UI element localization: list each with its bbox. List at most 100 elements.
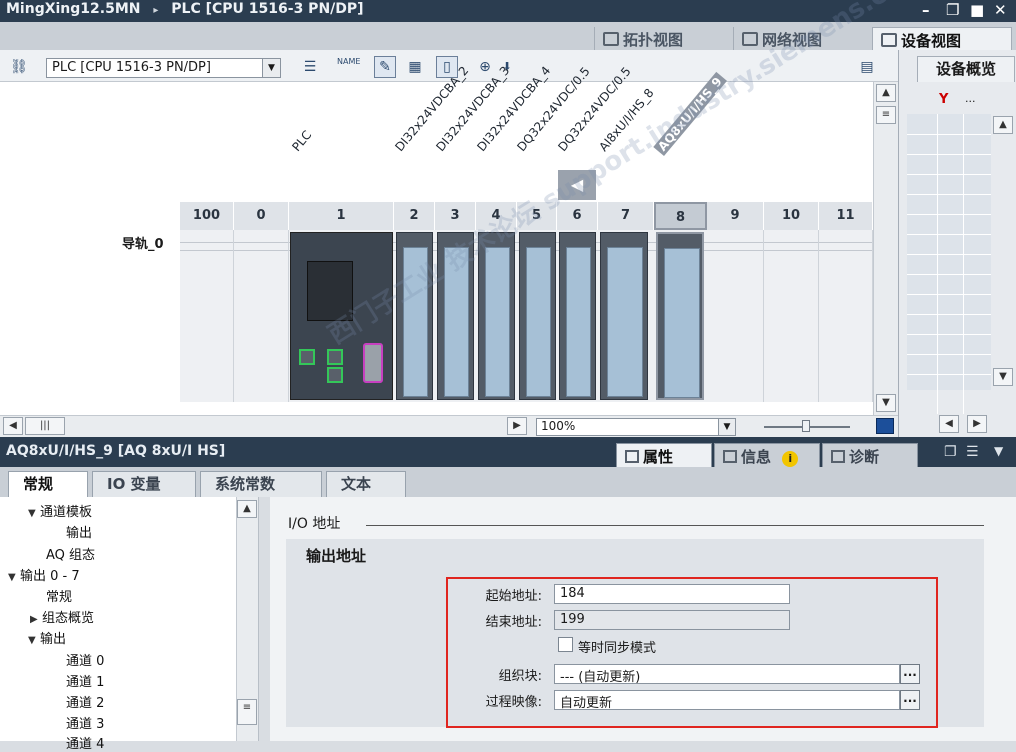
tree-item[interactable]: ▼ 输出 0 - 7 bbox=[8, 565, 80, 584]
tree-item[interactable]: AQ 组态 bbox=[46, 544, 95, 563]
zoom-select[interactable]: 100% ▼ bbox=[536, 418, 736, 436]
zoom-slider-handle[interactable] bbox=[802, 420, 810, 432]
expand-arrow-icon[interactable]: ▼ bbox=[28, 635, 40, 646]
close-button[interactable]: ✕ bbox=[994, 1, 1007, 19]
slot-100[interactable] bbox=[180, 230, 234, 402]
tab-io-tags[interactable]: IO 变量 bbox=[92, 471, 196, 497]
overview-grid[interactable] bbox=[907, 114, 991, 414]
scroll-right-icon[interactable]: ▶ bbox=[507, 417, 527, 435]
window-title-bar: MingXing12.5MN ▸ PLC [CPU 1516-3 PN/DP] … bbox=[0, 0, 1016, 22]
tab-system-constants[interactable]: 系统常数 bbox=[200, 471, 322, 497]
expand-arrow-icon[interactable]: ▶ bbox=[30, 614, 42, 625]
more-columns-icon[interactable]: ... bbox=[965, 92, 976, 105]
expand-arrow-icon[interactable]: ▼ bbox=[28, 508, 40, 519]
device-network-icon[interactable]: ⛓ bbox=[8, 56, 30, 78]
module-list-icon[interactable]: ☰ bbox=[299, 56, 321, 78]
io-module-slot-7[interactable] bbox=[600, 232, 648, 400]
tab-device-overview[interactable]: 设备概览 bbox=[917, 56, 1015, 82]
maximize-button[interactable]: ■ bbox=[970, 1, 984, 19]
io-module-slot-4[interactable] bbox=[478, 232, 515, 400]
ethernet-port-icon bbox=[327, 367, 343, 383]
scroll-down-icon[interactable]: ▼ bbox=[993, 368, 1013, 386]
restore-button[interactable]: ❐ bbox=[946, 1, 959, 19]
organization-block-browse-button[interactable]: ... bbox=[900, 664, 920, 684]
grid-line bbox=[907, 254, 991, 255]
minimize-button[interactable]: – bbox=[922, 1, 930, 19]
scroll-left-arrow-icon[interactable]: ◀ bbox=[558, 170, 596, 200]
process-image-browse-button[interactable]: ... bbox=[900, 690, 920, 710]
scroll-left-icon[interactable]: ◀ bbox=[3, 417, 23, 435]
horizontal-scroll-thumb[interactable]: ||| bbox=[25, 417, 65, 435]
canvas-vertical-scrollbar[interactable]: ▲ ≡ ▼ bbox=[873, 82, 898, 415]
panel-restore-icon[interactable]: ❐ bbox=[944, 444, 957, 460]
overview-icon[interactable] bbox=[876, 418, 894, 434]
io-module-slot-2[interactable] bbox=[396, 232, 433, 400]
tab-device-view[interactable]: 设备视图 bbox=[872, 27, 1012, 50]
scroll-thumb[interactable]: ≡ bbox=[237, 699, 257, 725]
terminal-strip bbox=[403, 247, 428, 397]
tree-item[interactable]: 通道 3 bbox=[66, 713, 104, 732]
scroll-up-icon[interactable]: ▲ bbox=[993, 116, 1013, 134]
tab-diagnostics[interactable]: 诊断 bbox=[822, 443, 918, 467]
chevron-down-icon[interactable]: ▼ bbox=[718, 419, 735, 435]
tab-properties[interactable]: 属性 bbox=[616, 443, 712, 467]
slot-11[interactable] bbox=[819, 230, 873, 402]
scroll-up-icon[interactable]: ▲ bbox=[876, 84, 896, 102]
process-image-field[interactable]: 自动更新 bbox=[554, 690, 900, 711]
io-module-slot-3[interactable] bbox=[437, 232, 474, 400]
device-overview-panel: 设备概览 Y ... ▲ ▼ ◀ ▶ bbox=[898, 50, 1016, 437]
snap-icon[interactable]: ✎ bbox=[374, 56, 396, 78]
tree-item[interactable]: ▼ 输出 bbox=[28, 628, 66, 647]
tab-general[interactable]: 常规 bbox=[8, 471, 88, 497]
tree-item[interactable]: 通道 1 bbox=[66, 671, 104, 690]
tree-item[interactable]: 输出 bbox=[66, 522, 92, 541]
tree-item[interactable]: 通道 4 bbox=[66, 733, 104, 752]
tree-item[interactable]: 常规 bbox=[46, 586, 72, 605]
grid-line bbox=[907, 134, 991, 135]
slot-10[interactable] bbox=[764, 230, 819, 402]
scroll-down-icon[interactable]: ▼ bbox=[876, 394, 896, 412]
io-module-slot-8[interactable] bbox=[656, 232, 704, 400]
tab-label: 拓扑视图 bbox=[623, 31, 684, 49]
tree-item[interactable]: 通道 0 bbox=[66, 650, 104, 669]
device-select[interactable]: PLC [CPU 1516-3 PN/DP] ▼ bbox=[46, 58, 281, 78]
tab-info[interactable]: 信息 i bbox=[714, 443, 820, 467]
grid-icon[interactable]: ▦ bbox=[404, 56, 426, 78]
slot-number: 2 bbox=[394, 202, 435, 230]
tab-texts[interactable]: 文本 bbox=[326, 471, 406, 497]
tab-topology-view[interactable]: 拓扑视图 bbox=[594, 27, 692, 50]
panel-menu-icon[interactable]: ☰ bbox=[966, 444, 979, 460]
organization-block-field[interactable]: --- (自动更新) bbox=[554, 664, 900, 685]
device-icon bbox=[881, 33, 897, 47]
slot-0[interactable] bbox=[234, 230, 289, 402]
scroll-up-icon[interactable]: ▲ bbox=[237, 500, 257, 518]
name-icon-text: NAME bbox=[337, 57, 361, 66]
overview-toggle-icon[interactable]: ▤ bbox=[856, 56, 878, 78]
cpu-display bbox=[307, 261, 353, 321]
chevron-down-icon[interactable]: ▼ bbox=[994, 444, 1003, 458]
slot-9[interactable] bbox=[707, 230, 764, 402]
tree-scrollbar[interactable]: ▲ ≡ bbox=[236, 497, 258, 741]
expand-arrow-icon[interactable]: ▼ bbox=[8, 572, 20, 583]
chevron-down-icon[interactable]: ▼ bbox=[262, 59, 280, 77]
panel-splitter[interactable] bbox=[258, 497, 270, 741]
grid-line bbox=[907, 174, 991, 175]
tree-item[interactable]: 通道 2 bbox=[66, 692, 104, 711]
isochronous-checkbox[interactable] bbox=[558, 637, 573, 652]
scroll-right-icon[interactable]: ▶ bbox=[967, 415, 987, 433]
tab-network-view[interactable]: 网络视图 bbox=[733, 27, 831, 50]
tree-item[interactable]: ▶ 组态概览 bbox=[30, 607, 94, 626]
grid-line bbox=[907, 374, 991, 375]
io-module-slot-5[interactable] bbox=[519, 232, 556, 400]
tab-label: 属性 bbox=[643, 448, 674, 466]
network-icon bbox=[742, 32, 758, 46]
scroll-left-icon[interactable]: ◀ bbox=[939, 415, 959, 433]
filter-icon[interactable]: Y bbox=[939, 92, 959, 112]
io-module-slot-6[interactable] bbox=[559, 232, 596, 400]
start-address-field[interactable]: 184 bbox=[554, 584, 790, 604]
scroll-thumb[interactable]: ≡ bbox=[876, 106, 896, 124]
show-name-icon[interactable]: NAME bbox=[336, 56, 361, 78]
end-address-field: 199 bbox=[554, 610, 790, 630]
tree-item[interactable]: ▼ 通道模板 bbox=[28, 501, 92, 520]
cpu-module[interactable] bbox=[290, 232, 393, 400]
